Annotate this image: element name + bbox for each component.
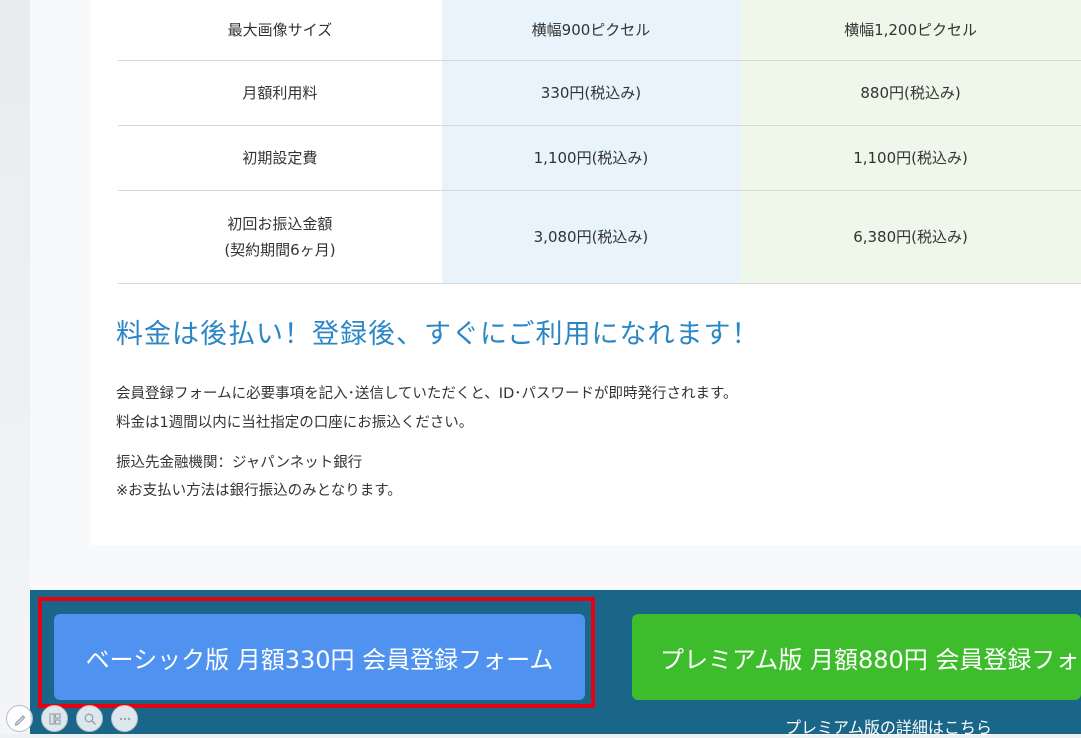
premium-cell: 1,100円(税込み) (740, 125, 1081, 190)
table-row: 初期設定費 1,100円(税込み) 1,100円(税込み) (118, 125, 1081, 190)
premium-cell: 6,380円(税込み) (740, 190, 1081, 283)
viewer-toolbar (6, 705, 138, 732)
pricing-table: 最大画像サイズ 横幅900ピクセル 横幅1,200ピクセル 月額利用料 330円… (118, 0, 1081, 284)
payment-note: ※お支払い方法は銀行振込のみとなります。 (116, 483, 402, 499)
table-row: 初回お振込金額 (契約期間6ヶ月) 3,080円(税込み) 6,380円(税込み… (118, 190, 1081, 283)
zoom-icon[interactable] (76, 705, 103, 732)
payment-text-line: 料金は1週間以内に当社指定の口座にお振込ください。 (116, 415, 474, 431)
row-label-line: (契約期間6ヶ月) (224, 240, 336, 259)
bank-info: 振込先金融機関：ジャパンネット銀行 (116, 455, 363, 471)
slides-icon[interactable] (41, 705, 68, 732)
row-label: 初期設定費 (118, 125, 442, 190)
pen-icon[interactable] (6, 705, 33, 732)
payment-heading: 料金は後払い！登録後、すぐにご利用になれます！ (116, 319, 760, 350)
premium-signup-button[interactable]: プレミアム版 月額880円 会員登録フォーム (632, 614, 1081, 700)
payment-text-line: 会員登録フォームに必要事項を記入･送信していただくと、ID･パスワードが即時発行… (116, 386, 738, 402)
row-label: 最大画像サイズ (118, 0, 442, 60)
premium-cell: 880円(税込み) (740, 60, 1081, 125)
basic-cell: 横幅900ピクセル (441, 0, 741, 60)
basic-cell: 3,080円(税込み) (441, 190, 741, 283)
row-label: 月額利用料 (118, 60, 442, 125)
more-icon[interactable] (111, 705, 138, 732)
premium-details-link[interactable]: プレミアム版の詳細はこちら (785, 714, 992, 738)
row-label: 初回お振込金額 (契約期間6ヶ月) (118, 190, 442, 283)
table-row: 月額利用料 330円(税込み) 880円(税込み) (118, 60, 1081, 125)
basic-cell: 330円(税込み) (441, 60, 741, 125)
basic-signup-label: ベーシック版 月額330円 会員登録フォーム (85, 645, 554, 674)
basic-cell: 1,100円(税込み) (441, 125, 741, 190)
page-background (0, 0, 30, 734)
table-row: 最大画像サイズ 横幅900ピクセル 横幅1,200ピクセル (118, 0, 1081, 60)
row-label-line: 初回お振込金額 (227, 214, 333, 233)
basic-signup-button[interactable]: ベーシック版 月額330円 会員登録フォーム (54, 614, 585, 700)
premium-cell: 横幅1,200ピクセル (740, 0, 1081, 60)
